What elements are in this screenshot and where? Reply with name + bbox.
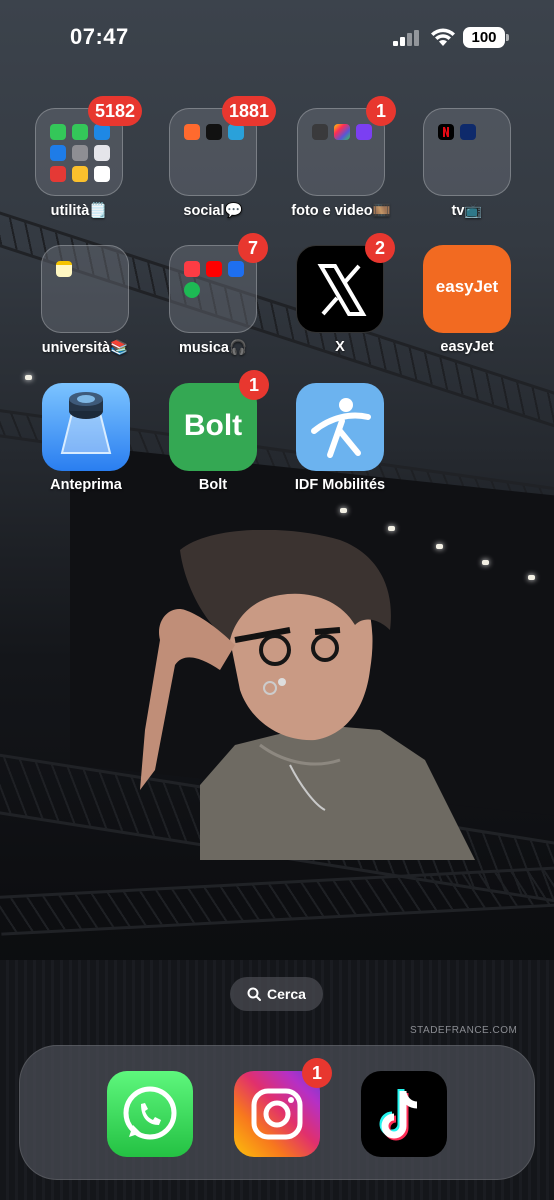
app-bolt[interactable]: 1 Bolt Bolt — [158, 370, 269, 493]
app-icon — [50, 166, 66, 182]
whatsapp-icon[interactable] — [107, 1071, 193, 1157]
person-photo — [140, 530, 475, 860]
app-label: utilità🗒️ — [50, 203, 108, 219]
notification-badge: 7 — [238, 233, 268, 263]
gmail-icon — [94, 166, 110, 182]
easyjet-logo: easyJet — [435, 277, 499, 296]
settings-icon — [72, 145, 88, 161]
stage-light — [528, 575, 535, 580]
idf-mobilites-icon — [296, 383, 384, 471]
stage-light — [340, 508, 347, 513]
app-label: foto e video🎞️ — [291, 203, 391, 219]
notification-badge: 5182 — [87, 96, 142, 126]
app-anteprima[interactable]: Anteprima — [31, 383, 141, 493]
youtube-icon — [206, 261, 222, 277]
notification-badge: 1 — [366, 96, 396, 126]
netflix-icon — [438, 124, 454, 140]
app-label: social💬 — [183, 203, 243, 219]
tiktok-icon[interactable] — [361, 1071, 447, 1157]
dock: 1 — [19, 1045, 535, 1180]
search-label: Cerca — [267, 986, 306, 1002]
folder-social[interactable]: 1881 social💬 — [158, 96, 276, 219]
folder-icon: 7 — [169, 233, 268, 333]
folder-icon: 5182 — [35, 96, 142, 196]
app-store-icon — [94, 124, 110, 140]
telegram-icon — [228, 124, 244, 140]
bolt-logo: Bolt — [183, 409, 243, 442]
stage-light — [25, 375, 32, 380]
notification-badge: 1 — [302, 1058, 332, 1088]
apple-music-icon — [184, 261, 200, 277]
folder-musica[interactable]: 7 musica🎧 — [158, 233, 268, 356]
folder-icon — [423, 108, 511, 196]
phone-icon — [72, 124, 88, 140]
stage-light — [482, 560, 489, 565]
parking-icon — [72, 166, 88, 182]
app-label: tv📺 — [451, 203, 483, 219]
bolt-icon: 1 Bolt — [169, 370, 269, 471]
app-label: musica🎧 — [178, 340, 248, 356]
calculator-icon — [94, 145, 110, 161]
instagram-icon[interactable]: 1 — [234, 1058, 332, 1157]
app-label: easyJet — [440, 339, 494, 355]
photos-icon — [334, 124, 350, 140]
disney-plus-icon — [460, 124, 476, 140]
folder-universita[interactable]: università📚 — [30, 245, 140, 356]
notification-badge: 2 — [365, 233, 395, 263]
x-icon: 2 — [296, 233, 395, 333]
picsart-icon — [356, 124, 372, 140]
app-label: X — [335, 339, 345, 355]
notes-icon — [56, 261, 72, 277]
battery-icon: 100 — [463, 27, 509, 48]
notification-badge: 1881 — [221, 96, 276, 126]
spotify-icon — [184, 282, 200, 298]
notification-badge: 1 — [239, 370, 269, 400]
status-bar: 07:47 100 — [0, 22, 554, 56]
app-idf-mobilites[interactable]: IDF Mobilités — [285, 383, 395, 493]
preview-icon — [42, 383, 130, 471]
easyjet-icon: easyJet — [423, 245, 511, 333]
clock: 07:47 — [70, 24, 129, 49]
messages-icon — [50, 124, 66, 140]
app-label: Anteprima — [50, 477, 122, 493]
app-x[interactable]: 2 X — [285, 233, 395, 355]
app-easyjet[interactable]: easyJet easyJet — [412, 245, 522, 355]
search-icon — [247, 987, 262, 1001]
webtoon-icon — [184, 124, 200, 140]
app-label: università📚 — [41, 340, 129, 356]
app-label: IDF Mobilités — [294, 477, 386, 493]
shazam-icon — [228, 261, 244, 277]
folder-icon — [41, 245, 129, 333]
camera-icon — [312, 124, 328, 140]
spotlight-search-button[interactable]: Cerca — [230, 977, 323, 1011]
folder-icon: 1 — [297, 96, 396, 196]
folder-tv[interactable]: tv📺 — [412, 108, 522, 219]
stadium-sign: STADEFRANCE.COM — [410, 1025, 518, 1036]
safari-icon — [50, 145, 66, 161]
weverse-icon — [206, 124, 222, 140]
folder-utilita[interactable]: 5182 utilità🗒️ — [24, 96, 142, 219]
wifi-icon — [431, 28, 455, 46]
folder-icon: 1881 — [169, 96, 276, 196]
cellular-signal-icon — [393, 30, 419, 46]
folder-foto-e-video[interactable]: 1 foto e video🎞️ — [286, 96, 396, 219]
app-label: Bolt — [198, 477, 228, 493]
stage-truss — [0, 864, 554, 936]
